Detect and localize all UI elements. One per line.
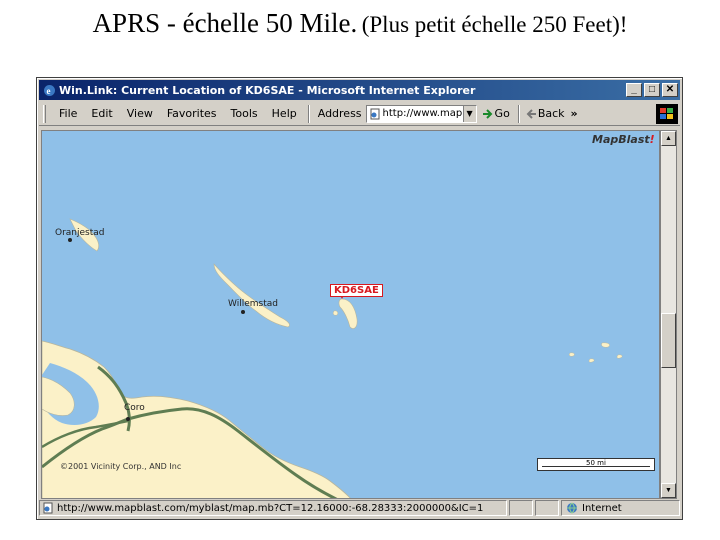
- ie-icon: e: [42, 83, 56, 97]
- menu-file[interactable]: File: [52, 107, 84, 120]
- toolbar-grip[interactable]: [43, 104, 46, 123]
- address-field[interactable]: http://www.mapb ▼: [365, 104, 477, 123]
- scroll-thumb[interactable]: [661, 313, 676, 368]
- city-dot-coro: [126, 417, 130, 421]
- menu-help[interactable]: Help: [265, 107, 304, 120]
- city-dot-willemstad: [241, 310, 245, 314]
- window-titlebar[interactable]: e Win.Link: Current Location of KD6SAE -…: [39, 80, 680, 100]
- menu-tools[interactable]: Tools: [224, 107, 265, 120]
- city-label-coro: Coro: [124, 403, 145, 413]
- toolbar-separator-2: [517, 104, 520, 123]
- browser-window: e Win.Link: Current Location of KD6SAE -…: [36, 77, 683, 520]
- go-label: Go: [494, 107, 510, 120]
- slide-title-main: APRS - échelle 50 Mile.: [92, 8, 358, 38]
- maximize-button[interactable]: □: [644, 83, 660, 97]
- status-url: http://www.mapblast.com/myblast/map.mb?C…: [39, 500, 507, 516]
- chevron-down-icon[interactable]: ▼: [462, 105, 476, 122]
- menu-bar: File Edit View Favorites Tools Help Addr…: [39, 102, 680, 126]
- map-copyright: ©2001 Vicinity Corp., AND Inc: [60, 462, 182, 471]
- vertical-scrollbar[interactable]: ▲ ▼: [660, 130, 677, 499]
- go-arrow-icon: [482, 108, 492, 119]
- go-button[interactable]: Go: [477, 107, 514, 120]
- minimize-button[interactable]: _: [626, 83, 642, 97]
- window-title: Win.Link: Current Location of KD6SAE - M…: [59, 83, 476, 97]
- more-toolbar-chevron[interactable]: »: [567, 107, 582, 120]
- page-icon: [43, 502, 53, 514]
- islet-klein-bonaire: [332, 310, 339, 316]
- status-cell-2: [535, 500, 559, 516]
- slide-title-sub: (Plus petit échelle 250 Feet)!: [361, 12, 628, 37]
- back-button[interactable]: Back: [524, 107, 567, 120]
- menu-edit[interactable]: Edit: [84, 107, 119, 120]
- globe-icon: [567, 502, 577, 514]
- address-label: Address: [317, 107, 362, 120]
- back-arrow-icon: [526, 108, 536, 119]
- scale-bar: 50 mi: [537, 458, 655, 471]
- city-label-oranjestad: Oranjestad: [55, 228, 105, 238]
- islet-east-1: [601, 342, 610, 348]
- slide-title: APRS - échelle 50 Mile. (Plus petit éche…: [0, 8, 720, 39]
- menu-view[interactable]: View: [120, 107, 160, 120]
- islet-east-2: [568, 352, 575, 357]
- status-zone-label: Internet: [582, 502, 622, 514]
- svg-text:e: e: [46, 86, 50, 96]
- status-bar: http://www.mapblast.com/myblast/map.mb?C…: [39, 499, 680, 517]
- close-button[interactable]: ✕: [662, 83, 678, 97]
- station-label-kd6sae[interactable]: KD6SAE: [330, 284, 383, 297]
- scroll-down-button[interactable]: ▼: [661, 483, 676, 498]
- map-viewport[interactable]: MapBlast! Oranjestad Willemstad Coro KD6…: [41, 130, 660, 499]
- windows-logo-icon: [656, 103, 678, 124]
- menu-favorites[interactable]: Favorites: [160, 107, 224, 120]
- map-canvas[interactable]: [42, 131, 660, 499]
- status-zone: Internet: [561, 500, 680, 516]
- city-dot-oranjestad: [68, 238, 72, 242]
- status-url-text: http://www.mapblast.com/myblast/map.mb?C…: [57, 502, 484, 514]
- page-icon: [369, 108, 381, 120]
- mapblast-logo[interactable]: MapBlast!: [592, 133, 655, 146]
- back-label: Back: [537, 107, 565, 120]
- scroll-up-button[interactable]: ▲: [661, 131, 676, 146]
- status-cell-1: [509, 500, 533, 516]
- address-value: http://www.mapb: [382, 108, 463, 119]
- city-label-willemstad: Willemstad: [228, 299, 278, 309]
- toolbar-separator: [307, 104, 310, 123]
